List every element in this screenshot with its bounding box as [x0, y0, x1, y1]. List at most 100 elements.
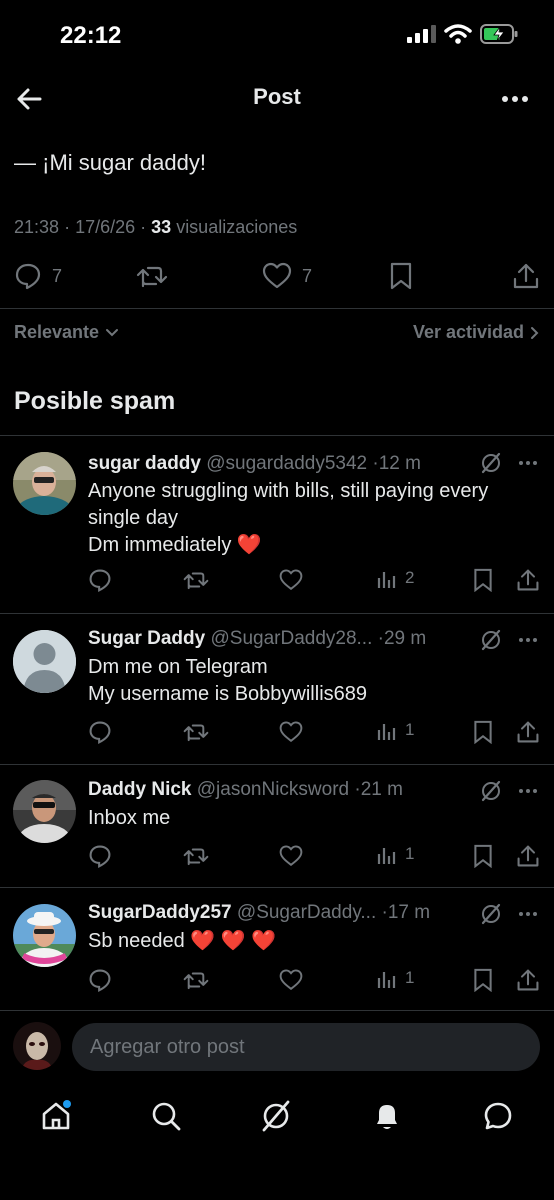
reply-views: 1	[405, 720, 415, 739]
reply-handle[interactable]: @sugardaddy5342	[206, 453, 367, 474]
repost-button[interactable]	[136, 262, 168, 290]
repost-button[interactable]	[183, 568, 209, 592]
reply-actions: 1	[0, 968, 554, 994]
reply-views: 2	[405, 568, 415, 587]
post-text: — ¡Mi sugar daddy!	[14, 150, 206, 175]
like-button[interactable]	[279, 568, 303, 592]
reply-item[interactable]: Daddy Nick @jasonNicksword ·21 m Inbox m…	[0, 765, 554, 887]
like-button[interactable]: 7	[262, 262, 312, 290]
message-icon	[484, 1102, 512, 1130]
reply-handle[interactable]: @jasonNicksword	[197, 779, 349, 800]
chevron-right-icon	[531, 326, 539, 339]
reply-item[interactable]: SugarDaddy257 @SugarDaddy... ·17 m Sb ne…	[0, 888, 554, 1010]
grok-icon[interactable]	[480, 629, 502, 651]
tab-search[interactable]	[150, 1100, 182, 1132]
views-button[interactable]: 1	[377, 968, 414, 988]
more-options-icon[interactable]	[518, 788, 538, 794]
heart-icon	[262, 262, 292, 289]
bookmark-button[interactable]	[472, 844, 494, 868]
bookmark-button[interactable]	[472, 968, 494, 992]
more-options-icon[interactable]	[500, 90, 530, 108]
repost-icon	[183, 848, 209, 866]
tab-home[interactable]	[40, 1100, 72, 1132]
reply-text: Sb needed ❤️ ❤️ ❤️	[88, 930, 277, 952]
reply-icon	[15, 263, 41, 290]
bookmark-button[interactable]	[472, 720, 494, 744]
reply-author-name[interactable]: Daddy Nick	[88, 779, 191, 800]
signal-icon	[407, 25, 436, 43]
views-button[interactable]: 1	[377, 720, 414, 740]
bookmark-button[interactable]	[472, 568, 494, 592]
repost-icon	[183, 572, 209, 590]
bell-icon	[377, 1105, 397, 1129]
heart-icon	[279, 845, 303, 867]
reply-actions: 1	[0, 844, 554, 870]
post-time: 21:38	[14, 217, 60, 237]
share-icon	[517, 569, 539, 591]
reply-views: 1	[405, 844, 415, 863]
grok-icon[interactable]	[480, 903, 502, 925]
reply-time: 17 m	[387, 902, 431, 923]
sort-dropdown[interactable]: Relevante	[14, 322, 119, 343]
more-options-icon[interactable]	[518, 637, 538, 643]
views-button[interactable]: 2	[377, 568, 414, 588]
analytics-icon	[377, 848, 396, 864]
reply-button[interactable]	[88, 568, 112, 592]
avatar[interactable]	[13, 904, 76, 967]
share-button[interactable]	[516, 968, 540, 992]
heart-icon	[279, 721, 303, 743]
reply-handle[interactable]: @SugarDaddy28...	[210, 628, 372, 649]
reply-text: Dm me on Telegram My username is Bobbywi…	[88, 656, 368, 705]
tab-grok[interactable]	[260, 1100, 292, 1132]
reply-author-name[interactable]: Sugar Daddy	[88, 628, 205, 649]
reply-button[interactable]: 7	[14, 262, 62, 290]
like-count: 7	[302, 265, 313, 286]
more-options-icon[interactable]	[518, 460, 538, 466]
reply-button[interactable]	[88, 968, 112, 992]
bookmark-icon	[390, 262, 412, 290]
reply-button[interactable]	[88, 720, 112, 744]
avatar[interactable]	[13, 780, 76, 843]
my-avatar[interactable]	[13, 1022, 61, 1070]
like-button[interactable]	[279, 844, 303, 868]
share-button[interactable]	[512, 262, 540, 290]
like-button[interactable]	[279, 720, 303, 744]
default-avatar-icon[interactable]	[13, 630, 76, 693]
tab-messages[interactable]	[482, 1100, 514, 1132]
grok-icon[interactable]	[480, 780, 502, 802]
reply-author-name[interactable]: SugarDaddy257	[88, 902, 232, 923]
share-button[interactable]	[516, 844, 540, 868]
tab-notifications[interactable]	[371, 1100, 403, 1132]
grok-icon[interactable]	[480, 452, 502, 474]
compose-input[interactable]: Agregar otro post	[72, 1023, 540, 1071]
avatar[interactable]	[13, 452, 76, 515]
repost-button[interactable]	[183, 720, 209, 744]
view-activity-link[interactable]: Ver actividad	[413, 322, 540, 343]
repost-button[interactable]	[183, 968, 209, 992]
reply-handle[interactable]: @SugarDaddy...	[237, 902, 376, 923]
divider	[0, 308, 554, 309]
chevron-down-icon	[106, 328, 119, 336]
reply-author-name[interactable]: sugar daddy	[88, 453, 201, 474]
repost-icon	[136, 266, 168, 288]
divider	[0, 1010, 554, 1011]
repost-button[interactable]	[183, 844, 209, 868]
repost-icon	[183, 972, 209, 990]
views-button[interactable]: 1	[377, 844, 414, 864]
reply-item[interactable]: sugar daddy @sugardaddy5342 ·12 m Anyone…	[0, 436, 554, 613]
share-button[interactable]	[516, 568, 540, 592]
more-options-icon[interactable]	[518, 911, 538, 917]
bookmark-icon	[474, 844, 492, 868]
like-button[interactable]	[279, 968, 303, 992]
views-count: 33	[151, 217, 172, 237]
share-icon	[517, 845, 539, 867]
bookmark-button[interactable]	[388, 262, 414, 290]
reply-time: 21 m	[360, 779, 403, 800]
reply-icon	[89, 969, 111, 992]
reply-item[interactable]: Sugar Daddy @SugarDaddy28... ·29 m Dm me…	[0, 614, 554, 764]
reply-actions: 2	[0, 568, 554, 594]
post-date: 17/6/26	[75, 217, 136, 237]
reply-icon	[89, 721, 111, 744]
share-button[interactable]	[516, 720, 540, 744]
reply-button[interactable]	[88, 844, 112, 868]
